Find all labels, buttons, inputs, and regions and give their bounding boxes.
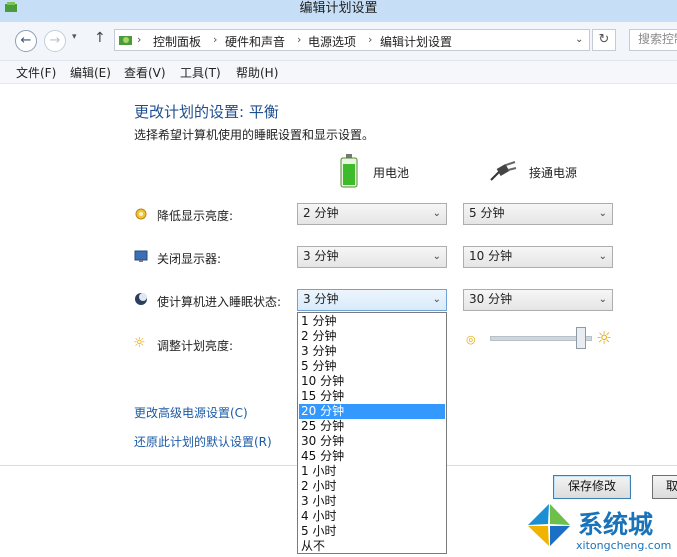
dropdown-option[interactable]: 25 分钟 xyxy=(299,419,445,434)
chevron-down-icon: ⌄ xyxy=(598,251,607,262)
select-value: 5 分钟 xyxy=(469,206,505,220)
dropdown-option[interactable]: 30 分钟 xyxy=(299,434,445,449)
select-value: 2 分钟 xyxy=(303,206,339,220)
sleep-label: 使计算机进入睡眠状态: xyxy=(157,295,282,309)
menu-edit[interactable]: 编辑(E) xyxy=(70,64,111,81)
breadcrumb-separator-icon: › xyxy=(213,33,218,46)
column-plugged-label: 接通电源 xyxy=(529,166,578,180)
breadcrumb-separator-icon: › xyxy=(368,33,373,46)
display-off-plugged-select[interactable]: 10 分钟 ⌄ xyxy=(463,246,613,268)
power-plug-icon xyxy=(490,161,517,181)
breadcrumb-item[interactable]: 硬件和声音 xyxy=(225,33,285,50)
column-battery-label: 用电池 xyxy=(373,166,410,180)
display-off-icon xyxy=(134,250,148,262)
breadcrumb-separator-icon: › xyxy=(137,33,142,46)
menu-bar: 文件(F) 编辑(E) 查看(V) 工具(T) 帮助(H) xyxy=(0,61,677,84)
breadcrumb-item[interactable]: 编辑计划设置 xyxy=(380,33,452,50)
dropdown-option[interactable]: 20 分钟 xyxy=(299,404,445,419)
dim-display-icon xyxy=(135,208,147,220)
search-input[interactable]: 搜索控制 xyxy=(629,29,677,51)
dropdown-option[interactable]: 从不 xyxy=(299,539,445,554)
control-panel-icon xyxy=(119,36,132,45)
title-bar: 编辑计划设置 xyxy=(0,0,677,22)
brightness-label: 调整计划亮度: xyxy=(157,339,234,353)
menu-help[interactable]: 帮助(H) xyxy=(236,64,278,81)
select-value: 30 分钟 xyxy=(469,292,513,306)
sleep-icon xyxy=(135,293,147,305)
chevron-down-icon: ⌄ xyxy=(432,251,441,262)
dim-display-label: 降低显示亮度: xyxy=(157,209,234,223)
dropdown-option[interactable]: 5 分钟 xyxy=(299,359,445,374)
display-off-battery-select[interactable]: 3 分钟 ⌄ xyxy=(297,246,447,268)
dropdown-option[interactable]: 15 分钟 xyxy=(299,389,445,404)
select-value: 3 分钟 xyxy=(303,292,339,306)
refresh-icon: ↻ xyxy=(598,32,610,47)
arrow-left-icon: ← xyxy=(20,33,32,48)
advanced-power-settings-link[interactable]: 更改高级电源设置(C) xyxy=(134,404,248,421)
arrow-right-icon: → xyxy=(49,33,61,48)
dropdown-option[interactable]: 4 小时 xyxy=(299,509,445,524)
chevron-down-icon: ⌄ xyxy=(432,294,441,305)
chevron-down-icon: ⌄ xyxy=(432,208,441,219)
forward-button[interactable]: → xyxy=(44,30,66,52)
battery-icon xyxy=(340,154,358,188)
history-dropdown-icon[interactable]: ▾ xyxy=(72,32,77,42)
dropdown-option[interactable]: 5 小时 xyxy=(299,524,445,539)
address-bar: ← → ▾ ↑ › 控制面板 › 硬件和声音 › 电源选项 › 编辑计划设置 ⌄… xyxy=(0,22,677,61)
chevron-down-icon: ⌄ xyxy=(598,294,607,305)
watermark-logo-icon xyxy=(526,502,572,548)
dim-display-plugged-select[interactable]: 5 分钟 ⌄ xyxy=(463,203,613,225)
brightness-low-icon: ◎ xyxy=(466,333,476,346)
brightness-slider-thumb[interactable] xyxy=(576,327,586,349)
breadcrumb-item[interactable]: 控制面板 xyxy=(153,33,201,50)
breadcrumb-item[interactable]: 电源选项 xyxy=(308,33,356,50)
back-button[interactable]: ← xyxy=(15,30,37,52)
page-title: 更改计划的设置: 平衡 xyxy=(134,103,279,121)
address-dropdown-icon[interactable]: ⌄ xyxy=(575,34,583,45)
dropdown-option[interactable]: 10 分钟 xyxy=(299,374,445,389)
breadcrumb[interactable]: › 控制面板 › 硬件和声音 › 电源选项 › 编辑计划设置 ⌄ xyxy=(114,29,590,51)
chevron-down-icon: ⌄ xyxy=(598,208,607,219)
page-subtitle: 选择希望计算机使用的睡眠设置和显示设置。 xyxy=(134,128,375,142)
save-button[interactable]: 保存修改 xyxy=(553,475,631,499)
breadcrumb-separator-icon: › xyxy=(297,33,302,46)
select-value: 10 分钟 xyxy=(469,249,513,263)
cancel-button[interactable]: 取 xyxy=(652,475,677,499)
refresh-button[interactable]: ↻ xyxy=(592,29,616,51)
watermark-url: xitongcheng.com xyxy=(576,539,672,552)
sleep-battery-options: 1 分钟 2 分钟 3 分钟 5 分钟 10 分钟 15 分钟 20 分钟 25 分钟 30 分… xyxy=(297,312,447,554)
display-off-label: 关闭显示器: xyxy=(157,252,222,266)
dropdown-option[interactable]: 1 分钟 xyxy=(299,314,445,329)
dropdown-option[interactable]: 2 分钟 xyxy=(299,329,445,344)
dropdown-option[interactable]: 2 小时 xyxy=(299,479,445,494)
select-value: 3 分钟 xyxy=(303,249,339,263)
restore-defaults-link[interactable]: 还原此计划的默认设置(R) xyxy=(134,433,272,450)
sleep-plugged-select[interactable]: 30 分钟 ⌄ xyxy=(463,289,613,311)
menu-file[interactable]: 文件(F) xyxy=(16,64,56,81)
brightness-high-icon: ☼ xyxy=(596,328,613,349)
dropdown-option[interactable]: 45 分钟 xyxy=(299,449,445,464)
dropdown-option[interactable]: 1 小时 xyxy=(299,464,445,479)
brightness-icon: ☼ xyxy=(133,335,146,351)
window-title: 编辑计划设置 xyxy=(299,1,378,16)
menu-view[interactable]: 查看(V) xyxy=(124,64,166,81)
sleep-battery-select[interactable]: 3 分钟 ⌄ xyxy=(297,289,447,311)
dim-display-battery-select[interactable]: 2 分钟 ⌄ xyxy=(297,203,447,225)
up-arrow-icon[interactable]: ↑ xyxy=(94,30,106,46)
menu-tools[interactable]: 工具(T) xyxy=(180,64,221,81)
watermark-brand: 系统城 xyxy=(578,510,654,539)
dropdown-option[interactable]: 3 分钟 xyxy=(299,344,445,359)
dropdown-option[interactable]: 3 小时 xyxy=(299,494,445,509)
